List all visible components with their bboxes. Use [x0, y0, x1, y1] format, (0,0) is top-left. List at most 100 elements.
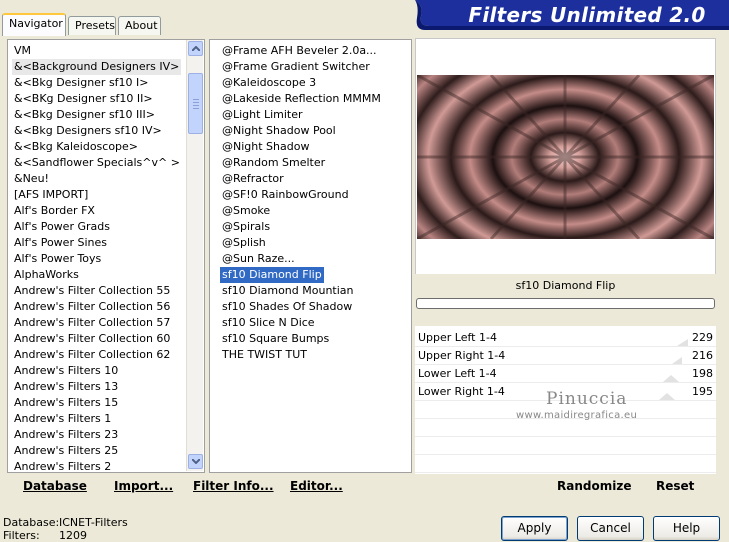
slider-row-empty — [415, 455, 716, 473]
watermark-name: Pinuccia — [546, 389, 628, 409]
slider-thumb[interactable] — [639, 329, 689, 346]
chevron-up-icon — [192, 46, 200, 51]
filter-item[interactable]: @Spirals — [220, 219, 272, 235]
selected-filter-name: sf10 Diamond Flip — [415, 274, 716, 298]
category-item[interactable]: Andrew's Filter Collection 56 — [12, 299, 172, 315]
slider-value: 195 — [692, 385, 713, 398]
banner-title: Filters Unlimited 2.0 — [468, 3, 706, 27]
slider-value: 216 — [692, 349, 713, 362]
category-item[interactable]: Andrew's Filter Collection 57 — [12, 315, 172, 331]
reset-button[interactable]: Reset — [656, 479, 694, 493]
category-item[interactable]: [AFS IMPORT] — [12, 187, 90, 203]
category-item[interactable]: &<Bkg Designer sf10 I> — [12, 75, 151, 91]
filter-item[interactable]: @Night Shadow Pool — [220, 123, 338, 139]
category-item[interactable]: VM — [12, 43, 33, 59]
category-item[interactable]: Andrew's Filters 25 — [12, 443, 120, 459]
help-button[interactable]: Help — [653, 516, 720, 541]
preview-image — [417, 75, 714, 239]
filter-item[interactable]: sf10 Square Bumps — [220, 331, 331, 347]
category-item[interactable]: &<Bkg Designers sf10 IV> — [12, 123, 164, 139]
category-item[interactable]: Andrew's Filter Collection 55 — [12, 283, 172, 299]
import-button-label: Import... — [114, 479, 174, 493]
randomize-button[interactable]: Randomize — [557, 479, 631, 493]
category-item[interactable]: Andrew's Filters 1 — [12, 411, 113, 427]
filter-item[interactable]: @Sun Raze... — [220, 251, 297, 267]
bottom-toolbar: Database Import... Filter Info... Editor… — [5, 475, 715, 499]
category-scrollbar[interactable] — [186, 40, 203, 471]
category-item[interactable]: &<Bkg Kaleidoscope> — [12, 139, 140, 155]
filters-count-value: 1209 — [59, 529, 87, 542]
slider-value: 198 — [692, 367, 713, 380]
filter-item[interactable]: @Frame Gradient Switcher — [220, 59, 372, 75]
filter-item[interactable]: @Random Smelter — [220, 155, 327, 171]
tab-navigator[interactable]: Navigator — [2, 13, 66, 36]
slider-row-empty — [415, 419, 716, 437]
filter-item[interactable]: @SF!0 RainbowGround — [220, 187, 351, 203]
filter-list[interactable]: @Frame AFH Beveler 2.0a... @Frame Gradien… — [209, 39, 412, 473]
slider-row[interactable]: Upper Right 1-4 216 — [415, 347, 716, 365]
editor-button[interactable]: Editor... — [290, 479, 343, 493]
editor-button-label: Editor... — [290, 479, 343, 493]
slider-thumb[interactable] — [639, 383, 689, 400]
database-status-value: ICNET-Filters — [59, 516, 128, 529]
randomize-button-label: Randomize — [557, 479, 632, 493]
filter-item[interactable]: @Frame AFH Beveler 2.0a... — [220, 43, 379, 59]
slider-label: Upper Left 1-4 — [418, 331, 497, 344]
filter-item[interactable]: @Splish — [220, 235, 268, 251]
scroll-up-button[interactable] — [188, 41, 203, 56]
filter-item[interactable]: @Night Shadow — [220, 139, 311, 155]
slider-value: 229 — [692, 331, 713, 344]
slider-row[interactable]: Upper Left 1-4 229 — [415, 329, 716, 347]
filter-item[interactable]: THE TWIST TUT — [220, 347, 309, 363]
category-item[interactable]: &<Sandflower Specials^v^ > — [12, 155, 182, 171]
database-status-label: Database: — [3, 516, 60, 529]
category-item[interactable]: Andrew's Filters 13 — [12, 379, 120, 395]
scroll-down-button[interactable] — [188, 454, 203, 469]
category-item[interactable]: &<Bkg Designer sf10 III> — [12, 107, 157, 123]
category-item[interactable]: Alf's Border FX — [12, 203, 97, 219]
chevron-down-icon — [192, 459, 200, 464]
category-item[interactable]: Alf's Power Grads — [12, 219, 112, 235]
category-item[interactable]: Alf's Power Sines — [12, 235, 109, 251]
slider-row-empty — [415, 437, 716, 455]
tab-presets[interactable]: Presets — [68, 16, 116, 35]
slider-label: Upper Right 1-4 — [418, 349, 506, 362]
progress-bar — [416, 298, 715, 309]
category-list[interactable]: VM &<Background Designers IV> &<Bkg Design… — [7, 39, 205, 473]
slider-label: Lower Left 1-4 — [418, 367, 497, 380]
filter-item[interactable]: @Kaleidoscope 3 — [220, 75, 318, 91]
filter-info-button[interactable]: Filter Info... — [193, 479, 274, 493]
apply-button[interactable]: Apply — [501, 516, 568, 541]
category-item[interactable]: &<BKg Designer sf10 II> — [12, 91, 155, 107]
filter-item[interactable]: @Refractor — [220, 171, 286, 187]
filter-item[interactable]: @Lakeside Reflection MMMM — [220, 91, 383, 107]
database-button[interactable]: Database — [23, 479, 87, 493]
slider-thumb[interactable] — [639, 347, 689, 364]
category-item[interactable]: Andrew's Filters 10 — [12, 363, 120, 379]
category-item[interactable]: Andrew's Filter Collection 62 — [12, 347, 172, 363]
slider-row[interactable]: Lower Left 1-4 198 — [415, 365, 716, 383]
tab-about[interactable]: About — [118, 16, 161, 35]
filter-item[interactable]: sf10 Shades Of Shadow — [220, 299, 354, 315]
filter-item[interactable]: @Light Limiter — [220, 107, 305, 123]
category-item[interactable]: Andrew's Filter Collection 60 — [12, 331, 172, 347]
filter-item[interactable]: sf10 Diamond Flip — [220, 267, 324, 283]
category-item[interactable]: AlphaWorks — [12, 267, 81, 283]
cancel-button[interactable]: Cancel — [577, 516, 644, 541]
banner: Filters Unlimited 2.0 — [415, 0, 729, 30]
category-item[interactable]: Alf's Power Toys — [12, 251, 103, 267]
filter-info-button-label: Filter Info... — [193, 479, 274, 493]
import-button[interactable]: Import... — [114, 479, 173, 493]
category-item[interactable]: Andrew's Filters 15 — [12, 395, 120, 411]
watermark-url: www.maidiregrafica.eu — [516, 410, 638, 421]
filter-item[interactable]: sf10 Slice N Dice — [220, 315, 317, 331]
category-item[interactable]: &Neu! — [12, 171, 51, 187]
category-item[interactable]: &<Background Designers IV> — [12, 59, 182, 75]
filter-item[interactable]: @Smoke — [220, 203, 272, 219]
slider-thumb[interactable] — [639, 365, 689, 382]
category-item[interactable]: Andrew's Filters 23 — [12, 427, 120, 443]
tab-navigator-label: Navigator — [9, 17, 63, 30]
category-item[interactable]: Andrew's Filters 2 — [12, 459, 113, 475]
filter-item[interactable]: sf10 Diamond Mountian — [220, 283, 356, 299]
scroll-thumb[interactable] — [188, 73, 203, 134]
